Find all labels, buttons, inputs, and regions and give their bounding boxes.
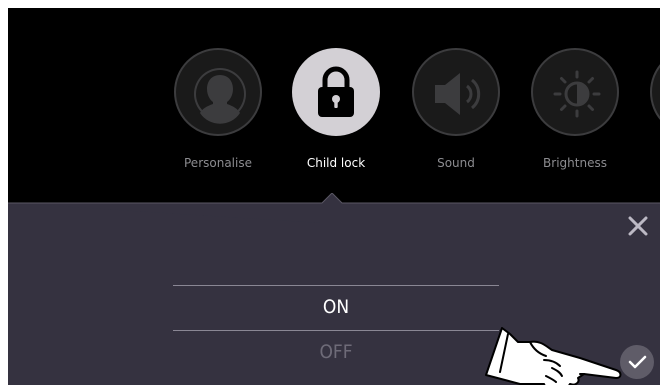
menu-label-brightness: Brightness [543,156,607,170]
settings-menu-strip: Personalise Child lock Sound Brightness [8,8,660,203]
menu-item-brightness[interactable]: Brightness [525,48,625,178]
option-on[interactable]: ON [173,289,499,325]
person-icon [194,68,246,124]
option-divider-bottom [173,330,499,331]
close-icon [628,216,648,236]
menu-item-partial[interactable] [644,48,660,178]
close-button[interactable] [626,214,650,238]
menu-label-child-lock: Child lock [306,156,366,170]
brightness-button[interactable] [531,48,619,136]
child-lock-button[interactable] [292,48,380,136]
settings-screen: Personalise Child lock Sound Brightness … [8,8,660,385]
speaker-icon [435,73,481,115]
partial-menu-button[interactable] [650,48,660,136]
personalise-button[interactable] [174,48,262,136]
option-divider-top [173,285,499,286]
panel-pointer-notch [8,193,660,223]
menu-label-personalise: Personalise [184,156,252,170]
menu-label-sound: Sound [437,156,475,170]
menu-item-child-lock[interactable]: Child lock [286,48,386,178]
sound-button[interactable] [412,48,500,136]
menu-item-personalise[interactable]: Personalise [168,48,268,178]
sun-icon [553,70,601,118]
pointing-hand-icon [485,327,622,385]
option-off[interactable]: OFF [173,334,499,370]
padlock-icon [318,66,354,117]
menu-item-sound[interactable]: Sound [406,48,506,178]
